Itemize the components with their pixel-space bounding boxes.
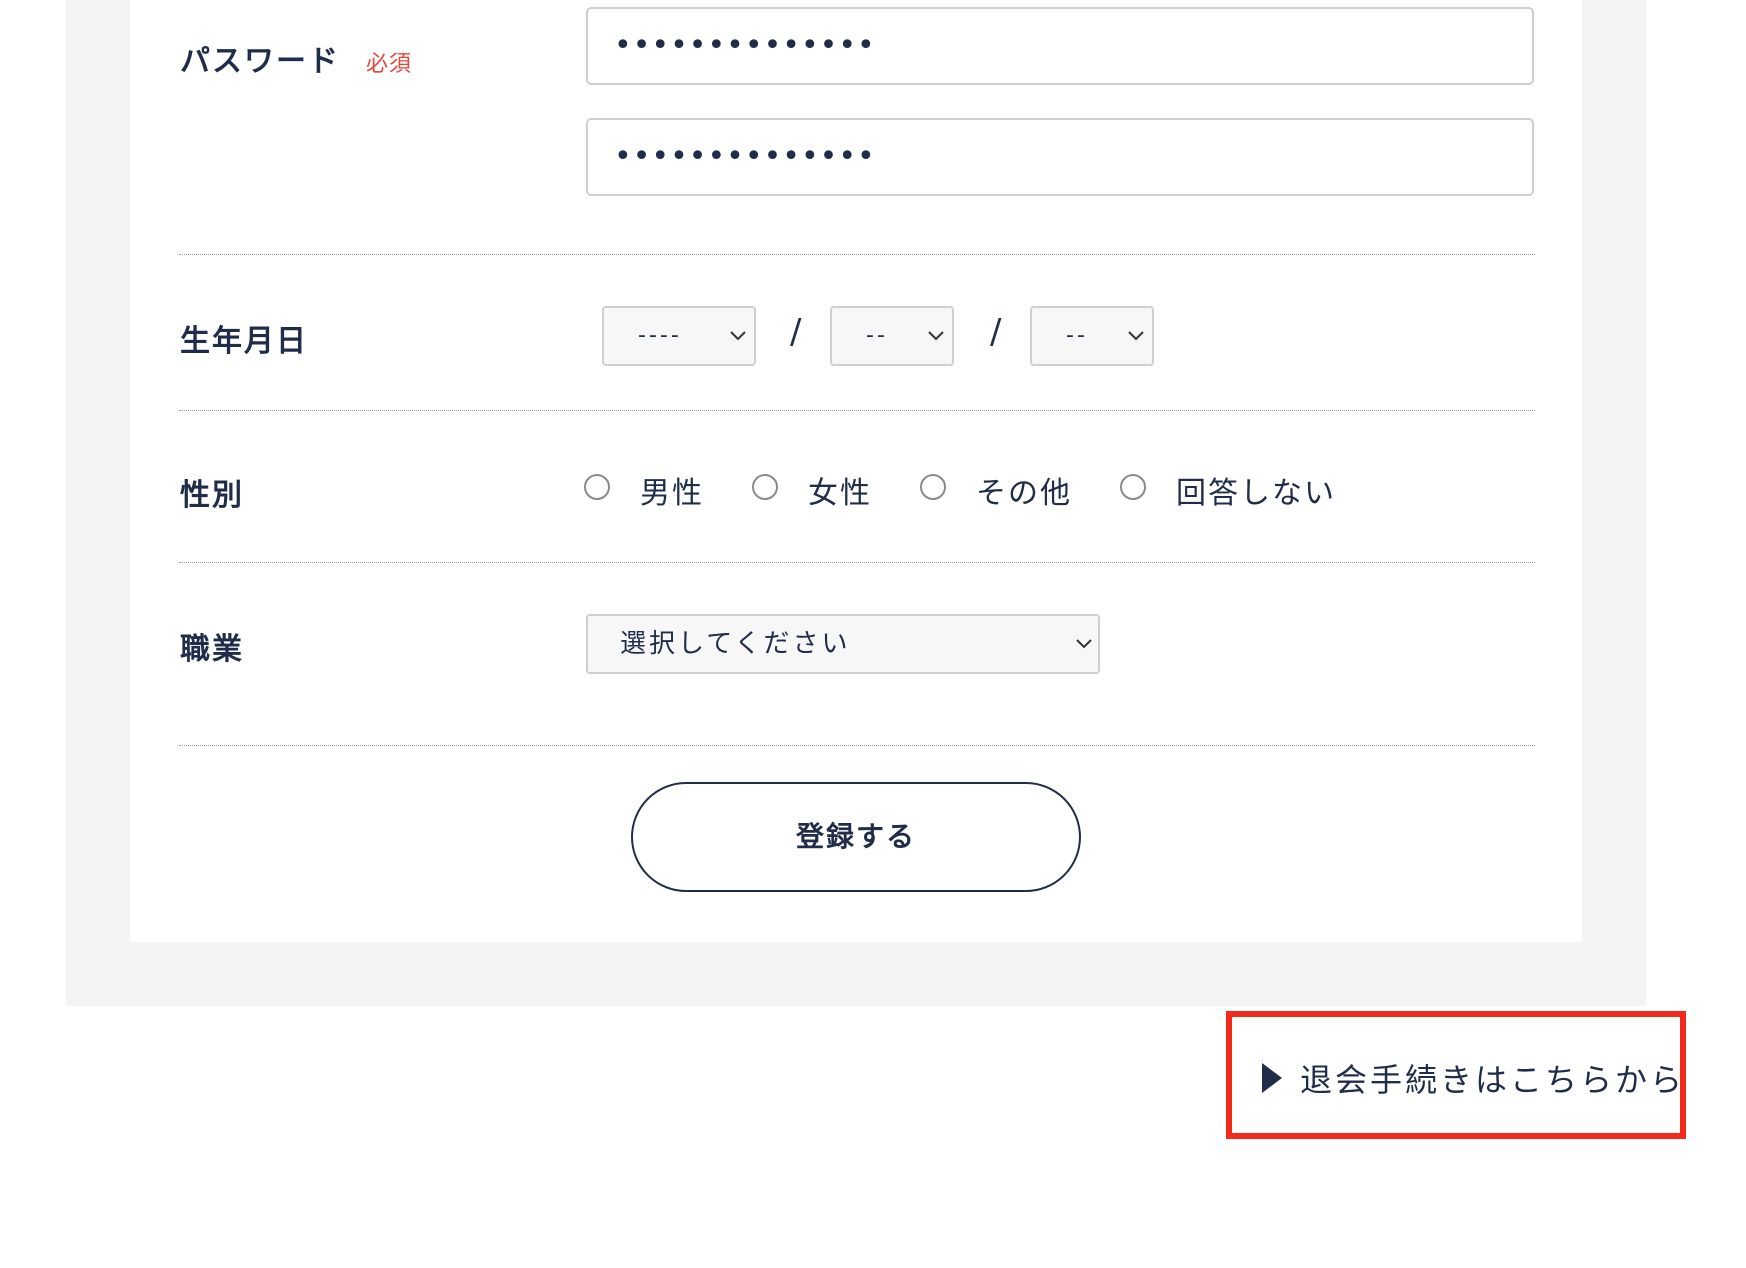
chevron-down-icon <box>1128 331 1144 341</box>
gender-label: 性別 <box>180 478 244 513</box>
birth-month-value: -- <box>866 323 888 348</box>
birth-day-value: -- <box>1066 323 1088 348</box>
divider <box>179 562 1535 563</box>
chevron-down-icon <box>730 331 746 341</box>
divider <box>179 254 1535 255</box>
triangle-right-icon <box>1262 1063 1282 1093</box>
birthday-label: 生年月日 <box>180 324 308 359</box>
gender-radio-male[interactable] <box>584 474 610 500</box>
divider <box>179 745 1535 746</box>
gender-option-label: その他 <box>976 476 1072 511</box>
date-separator: / <box>990 312 1002 352</box>
password-input[interactable]: •••••••••••••• <box>586 7 1534 85</box>
occupation-label: 職業 <box>180 632 244 667</box>
gender-radio-female[interactable] <box>752 474 778 500</box>
password-label: パスワード 必須 <box>180 36 412 80</box>
occupation-value: 選択してください <box>620 629 851 659</box>
birth-year-value: ---- <box>638 323 682 348</box>
birth-year-select[interactable]: ---- <box>602 306 756 366</box>
register-button[interactable]: 登録する <box>631 782 1081 892</box>
date-separator: / <box>790 312 802 352</box>
chevron-down-icon <box>1076 639 1092 649</box>
chevron-down-icon <box>928 331 944 341</box>
birth-month-select[interactable]: -- <box>830 306 954 366</box>
gender-radio-other[interactable] <box>920 474 946 500</box>
gender-option-label: 回答しない <box>1176 476 1336 511</box>
occupation-select[interactable]: 選択してください <box>586 614 1100 674</box>
divider <box>179 410 1535 411</box>
birth-day-select[interactable]: -- <box>1030 306 1154 366</box>
gender-option-label: 女性 <box>808 476 872 511</box>
withdraw-link-text: 退会手続きはこちらから <box>1300 1061 1686 1099</box>
password-confirm-input[interactable]: •••••••••••••• <box>586 118 1534 196</box>
gender-radio-no-answer[interactable] <box>1120 474 1146 500</box>
withdraw-link[interactable]: 退会手続きはこちらから <box>1262 1056 1685 1100</box>
required-badge: 必須 <box>366 52 413 77</box>
gender-option-label: 男性 <box>640 476 704 511</box>
password-label-text: パスワード <box>180 44 340 79</box>
